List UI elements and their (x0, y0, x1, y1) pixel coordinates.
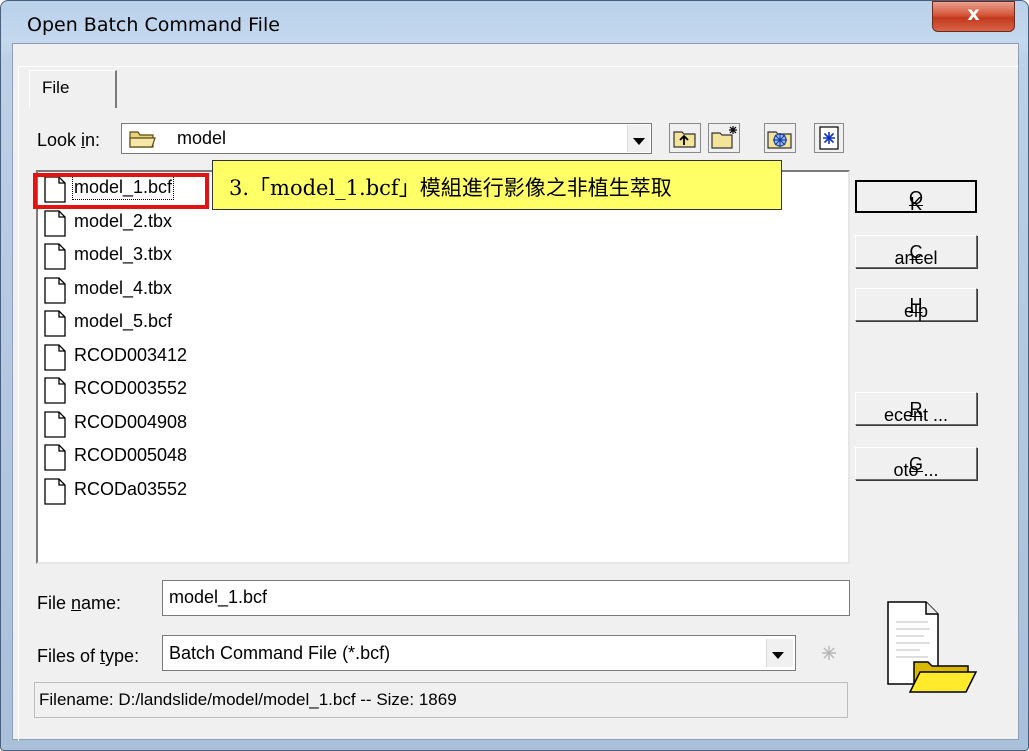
asterisk-icon (822, 646, 836, 660)
title-bar[interactable]: Open Batch Command File x (1, 1, 1028, 43)
help-button[interactable]: Help (855, 288, 977, 321)
file-name: model_2.tbx (74, 210, 173, 231)
file-name: model_4.tbx (74, 277, 173, 298)
file-type-label: Files of type: (37, 646, 140, 666)
status-bar: Filename: D:/landslide/model/model_1.bcf… (34, 682, 848, 718)
up-folder-icon (673, 131, 696, 148)
file-name: model_3.tbx (74, 244, 173, 264)
goto-button[interactable]: Goto ... (855, 447, 977, 480)
asterisk-button[interactable] (814, 123, 844, 153)
look-in-dropdown[interactable]: model (121, 123, 652, 154)
window-title: Open Batch Command File (27, 14, 280, 36)
file-type-dropdown-arrow[interactable] (759, 637, 794, 669)
file-name-input[interactable]: model_1.bcf (162, 580, 850, 616)
cancel-button[interactable]: Cancel (855, 235, 977, 268)
file-name-value: model_1.bcf (169, 587, 268, 607)
file-name: RCOD005048 (74, 445, 188, 465)
annotation-text: 3.「model_1.bcf」模組進行影像之非植生萃取 (229, 176, 672, 200)
file-icon (44, 444, 66, 471)
look-in-dropdown-arrow[interactable] (622, 123, 652, 154)
close-icon: x (967, 3, 980, 25)
look-in-label: Look in: (37, 130, 101, 150)
annotation-callout: 3.「model_1.bcf」模組進行影像之非植生萃取 (212, 160, 782, 210)
file-icon (44, 377, 66, 404)
chevron-down-icon (627, 125, 650, 152)
file-name: RCODa03552 (74, 478, 188, 499)
new-folder-button[interactable] (708, 123, 740, 153)
recent-button[interactable]: Recent ... (855, 392, 977, 425)
file-name: model_5.bcf (74, 311, 173, 331)
new-folder-icon (711, 126, 737, 149)
file-name: RCOD003412 (74, 344, 188, 365)
status-text: Filename: D:/landslide/model/model_1.bcf… (39, 690, 457, 709)
file-icon (44, 243, 66, 270)
file-name: RCOD004908 (74, 411, 188, 432)
file-icon (44, 343, 66, 371)
file-icon (44, 410, 66, 438)
file-type-value: Batch Command File (*.bcf) (169, 643, 391, 663)
file-name-label: File name: (37, 593, 122, 613)
highlight-box (33, 173, 209, 209)
file-icon (44, 209, 66, 237)
file-icon (44, 310, 66, 337)
close-button[interactable]: x (932, 1, 1015, 32)
tab-file[interactable]: File (29, 70, 117, 108)
file-name: RCOD003552 (74, 378, 188, 398)
chevron-down-icon (766, 639, 793, 667)
up-one-level-button[interactable] (669, 123, 701, 153)
filter-asterisk-button[interactable] (812, 637, 846, 669)
folder-icon (129, 131, 156, 148)
ok-button[interactable]: OK (855, 180, 977, 214)
special-folder-button[interactable] (764, 123, 796, 153)
look-in-value: model (177, 128, 227, 148)
file-icon (44, 276, 66, 304)
file-type-dropdown[interactable]: Batch Command File (*.bcf) (162, 635, 796, 671)
tab-file-label: File (42, 78, 70, 97)
asterisk-icon (819, 126, 839, 150)
document-folder-icon (887, 601, 978, 693)
file-icon (44, 477, 66, 505)
snowflake-icon (767, 131, 792, 149)
